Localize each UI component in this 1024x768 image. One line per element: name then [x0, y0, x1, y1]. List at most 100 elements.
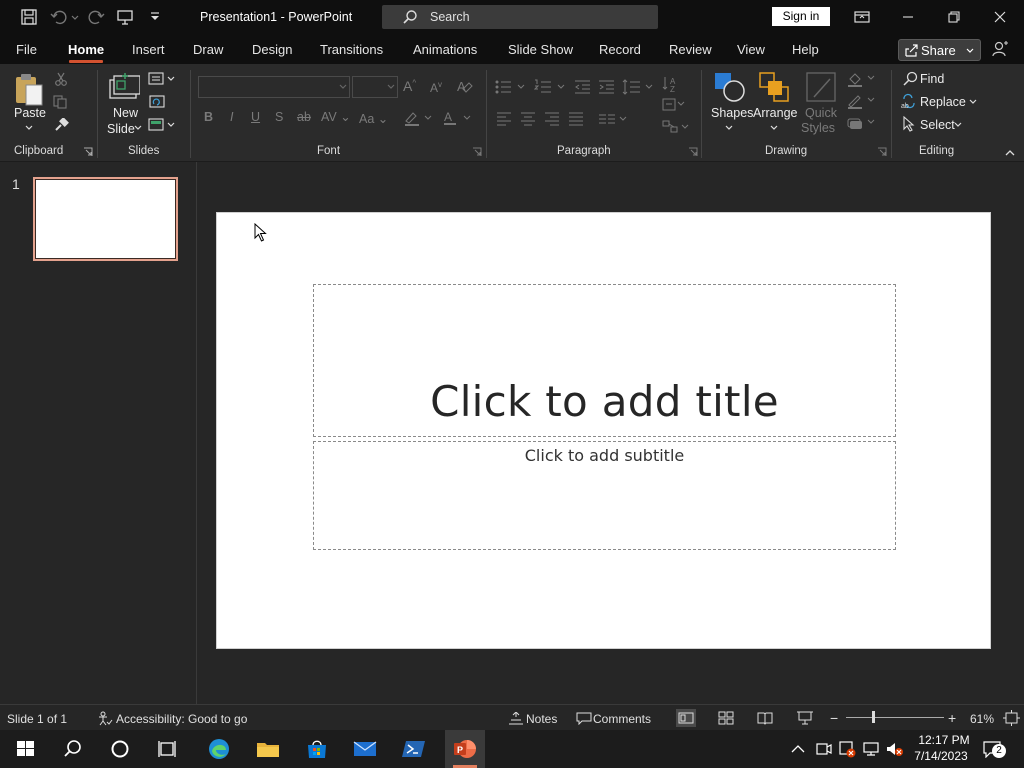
- increase-font-size-icon[interactable]: A^: [403, 78, 416, 94]
- accessibility-status[interactable]: Accessibility: Good to go: [116, 712, 247, 726]
- volume-muted-icon[interactable]: [885, 740, 905, 758]
- ribbon-display-options-icon[interactable]: [851, 6, 873, 28]
- bullets-icon[interactable]: [494, 79, 528, 95]
- cut-icon[interactable]: [54, 72, 68, 86]
- undo-dropdown-icon[interactable]: [70, 8, 80, 26]
- underline-icon[interactable]: U: [251, 110, 260, 124]
- bold-icon[interactable]: B: [204, 110, 213, 124]
- shapes-icon[interactable]: [713, 71, 747, 103]
- powerpoint-taskbar-button[interactable]: P: [445, 730, 485, 768]
- search-icon[interactable]: [60, 737, 86, 761]
- shape-fill-icon[interactable]: [846, 71, 876, 87]
- collapse-ribbon-icon[interactable]: [1004, 148, 1016, 158]
- paste-dropdown-icon[interactable]: [24, 124, 34, 132]
- reset-slide-icon[interactable]: [148, 95, 166, 109]
- paste-label[interactable]: Paste: [14, 106, 46, 120]
- close-button[interactable]: [989, 6, 1011, 28]
- text-shadow-icon[interactable]: S: [275, 110, 283, 124]
- normal-view-button[interactable]: [676, 709, 696, 727]
- present-from-beginning-icon[interactable]: [116, 8, 134, 26]
- align-text-icon[interactable]: [662, 97, 686, 113]
- slide-thumbnail[interactable]: [33, 177, 178, 261]
- clock-time[interactable]: 12:17 PM: [916, 733, 972, 747]
- decrease-font-size-icon[interactable]: Av: [430, 80, 442, 95]
- slide-show-icon[interactable]: [796, 710, 814, 726]
- slide-count-status[interactable]: Slide 1 of 1: [7, 712, 67, 726]
- arrange-label[interactable]: Arrange: [753, 106, 797, 120]
- file-explorer-icon[interactable]: [255, 737, 281, 761]
- numbering-icon[interactable]: [534, 79, 568, 95]
- tab-home[interactable]: Home: [68, 42, 104, 57]
- new-slide-icon[interactable]: [108, 72, 140, 100]
- line-spacing-icon[interactable]: [622, 79, 656, 95]
- highlight-color-icon[interactable]: [403, 110, 433, 126]
- zoom-slider-thumb[interactable]: [872, 711, 875, 723]
- text-direction-icon[interactable]: AZ: [662, 75, 686, 93]
- layout-icon[interactable]: [148, 72, 176, 86]
- copy-icon[interactable]: [53, 95, 69, 109]
- microsoft-store-icon[interactable]: [304, 737, 330, 761]
- select-label[interactable]: Select: [920, 118, 955, 132]
- replace-icon[interactable]: ab: [900, 93, 918, 109]
- increase-indent-icon[interactable]: [598, 79, 616, 95]
- sign-in-button[interactable]: Sign in: [772, 7, 830, 26]
- tab-transitions[interactable]: Transitions: [320, 42, 383, 57]
- replace-dropdown-icon[interactable]: [968, 98, 978, 106]
- change-case-icon[interactable]: Aa ⌄: [359, 111, 388, 126]
- tab-review[interactable]: Review: [669, 42, 712, 57]
- arrange-dropdown-icon[interactable]: [769, 124, 779, 132]
- powershell-icon[interactable]: [401, 737, 427, 761]
- redo-icon[interactable]: [87, 8, 105, 26]
- show-hidden-icons-chevron-icon[interactable]: [790, 742, 806, 756]
- align-center-icon[interactable]: [520, 112, 536, 126]
- format-painter-icon[interactable]: [53, 118, 69, 132]
- character-spacing-icon[interactable]: AV ⌄: [321, 109, 351, 124]
- font-family-combo[interactable]: [198, 76, 350, 98]
- paste-icon[interactable]: [13, 72, 45, 108]
- clock-date[interactable]: 7/14/2023: [908, 749, 974, 763]
- quick-styles-label-2[interactable]: Styles: [801, 121, 835, 135]
- share-button[interactable]: Share: [898, 39, 981, 61]
- tab-view[interactable]: View: [737, 42, 765, 57]
- cortana-icon[interactable]: [107, 737, 133, 761]
- notification-center-button[interactable]: 2: [982, 738, 1006, 760]
- new-slide-dropdown-icon[interactable]: [133, 124, 143, 132]
- shape-outline-icon[interactable]: [846, 93, 876, 109]
- shapes-dropdown-icon[interactable]: [724, 124, 734, 132]
- reading-view-icon[interactable]: [756, 710, 774, 726]
- select-icon[interactable]: [902, 116, 916, 132]
- shapes-label[interactable]: Shapes: [711, 106, 753, 120]
- zoom-slider-track[interactable]: [846, 717, 944, 718]
- edge-browser-icon[interactable]: [206, 737, 232, 761]
- quick-styles-icon[interactable]: [804, 71, 838, 103]
- tab-design[interactable]: Design: [252, 42, 292, 57]
- restore-button[interactable]: [943, 6, 965, 28]
- task-view-icon[interactable]: [155, 737, 181, 761]
- customize-quick-access-icon[interactable]: [146, 8, 164, 26]
- find-icon[interactable]: [902, 71, 918, 87]
- clear-formatting-icon[interactable]: A: [456, 78, 474, 96]
- font-color-icon[interactable]: A: [442, 110, 472, 126]
- minimize-button[interactable]: [897, 6, 919, 28]
- zoom-in-button[interactable]: +: [948, 710, 956, 726]
- windows-start-icon[interactable]: [13, 737, 39, 761]
- new-slide-label-1[interactable]: New: [113, 106, 138, 120]
- arrange-icon[interactable]: [758, 71, 790, 103]
- fit-to-window-icon[interactable]: [1003, 710, 1020, 726]
- font-launcher-icon[interactable]: [472, 147, 482, 157]
- clipboard-launcher-icon[interactable]: [83, 147, 93, 157]
- quick-styles-label-1[interactable]: Quick: [805, 106, 837, 120]
- decrease-indent-icon[interactable]: [574, 79, 592, 95]
- tab-file[interactable]: File: [16, 42, 37, 57]
- tab-help[interactable]: Help: [792, 42, 819, 57]
- tab-draw[interactable]: Draw: [193, 42, 223, 57]
- notes-button[interactable]: Notes: [526, 712, 557, 726]
- convert-to-smartart-icon[interactable]: [662, 119, 690, 135]
- zoom-level[interactable]: 61%: [970, 712, 994, 726]
- mail-icon[interactable]: [352, 737, 378, 761]
- title-placeholder[interactable]: Click to add title: [313, 284, 896, 437]
- align-right-icon[interactable]: [544, 112, 560, 126]
- comments-pane-icon[interactable]: [990, 40, 1010, 58]
- new-slide-label-2[interactable]: Slide: [107, 122, 135, 136]
- italic-icon[interactable]: I: [230, 110, 233, 124]
